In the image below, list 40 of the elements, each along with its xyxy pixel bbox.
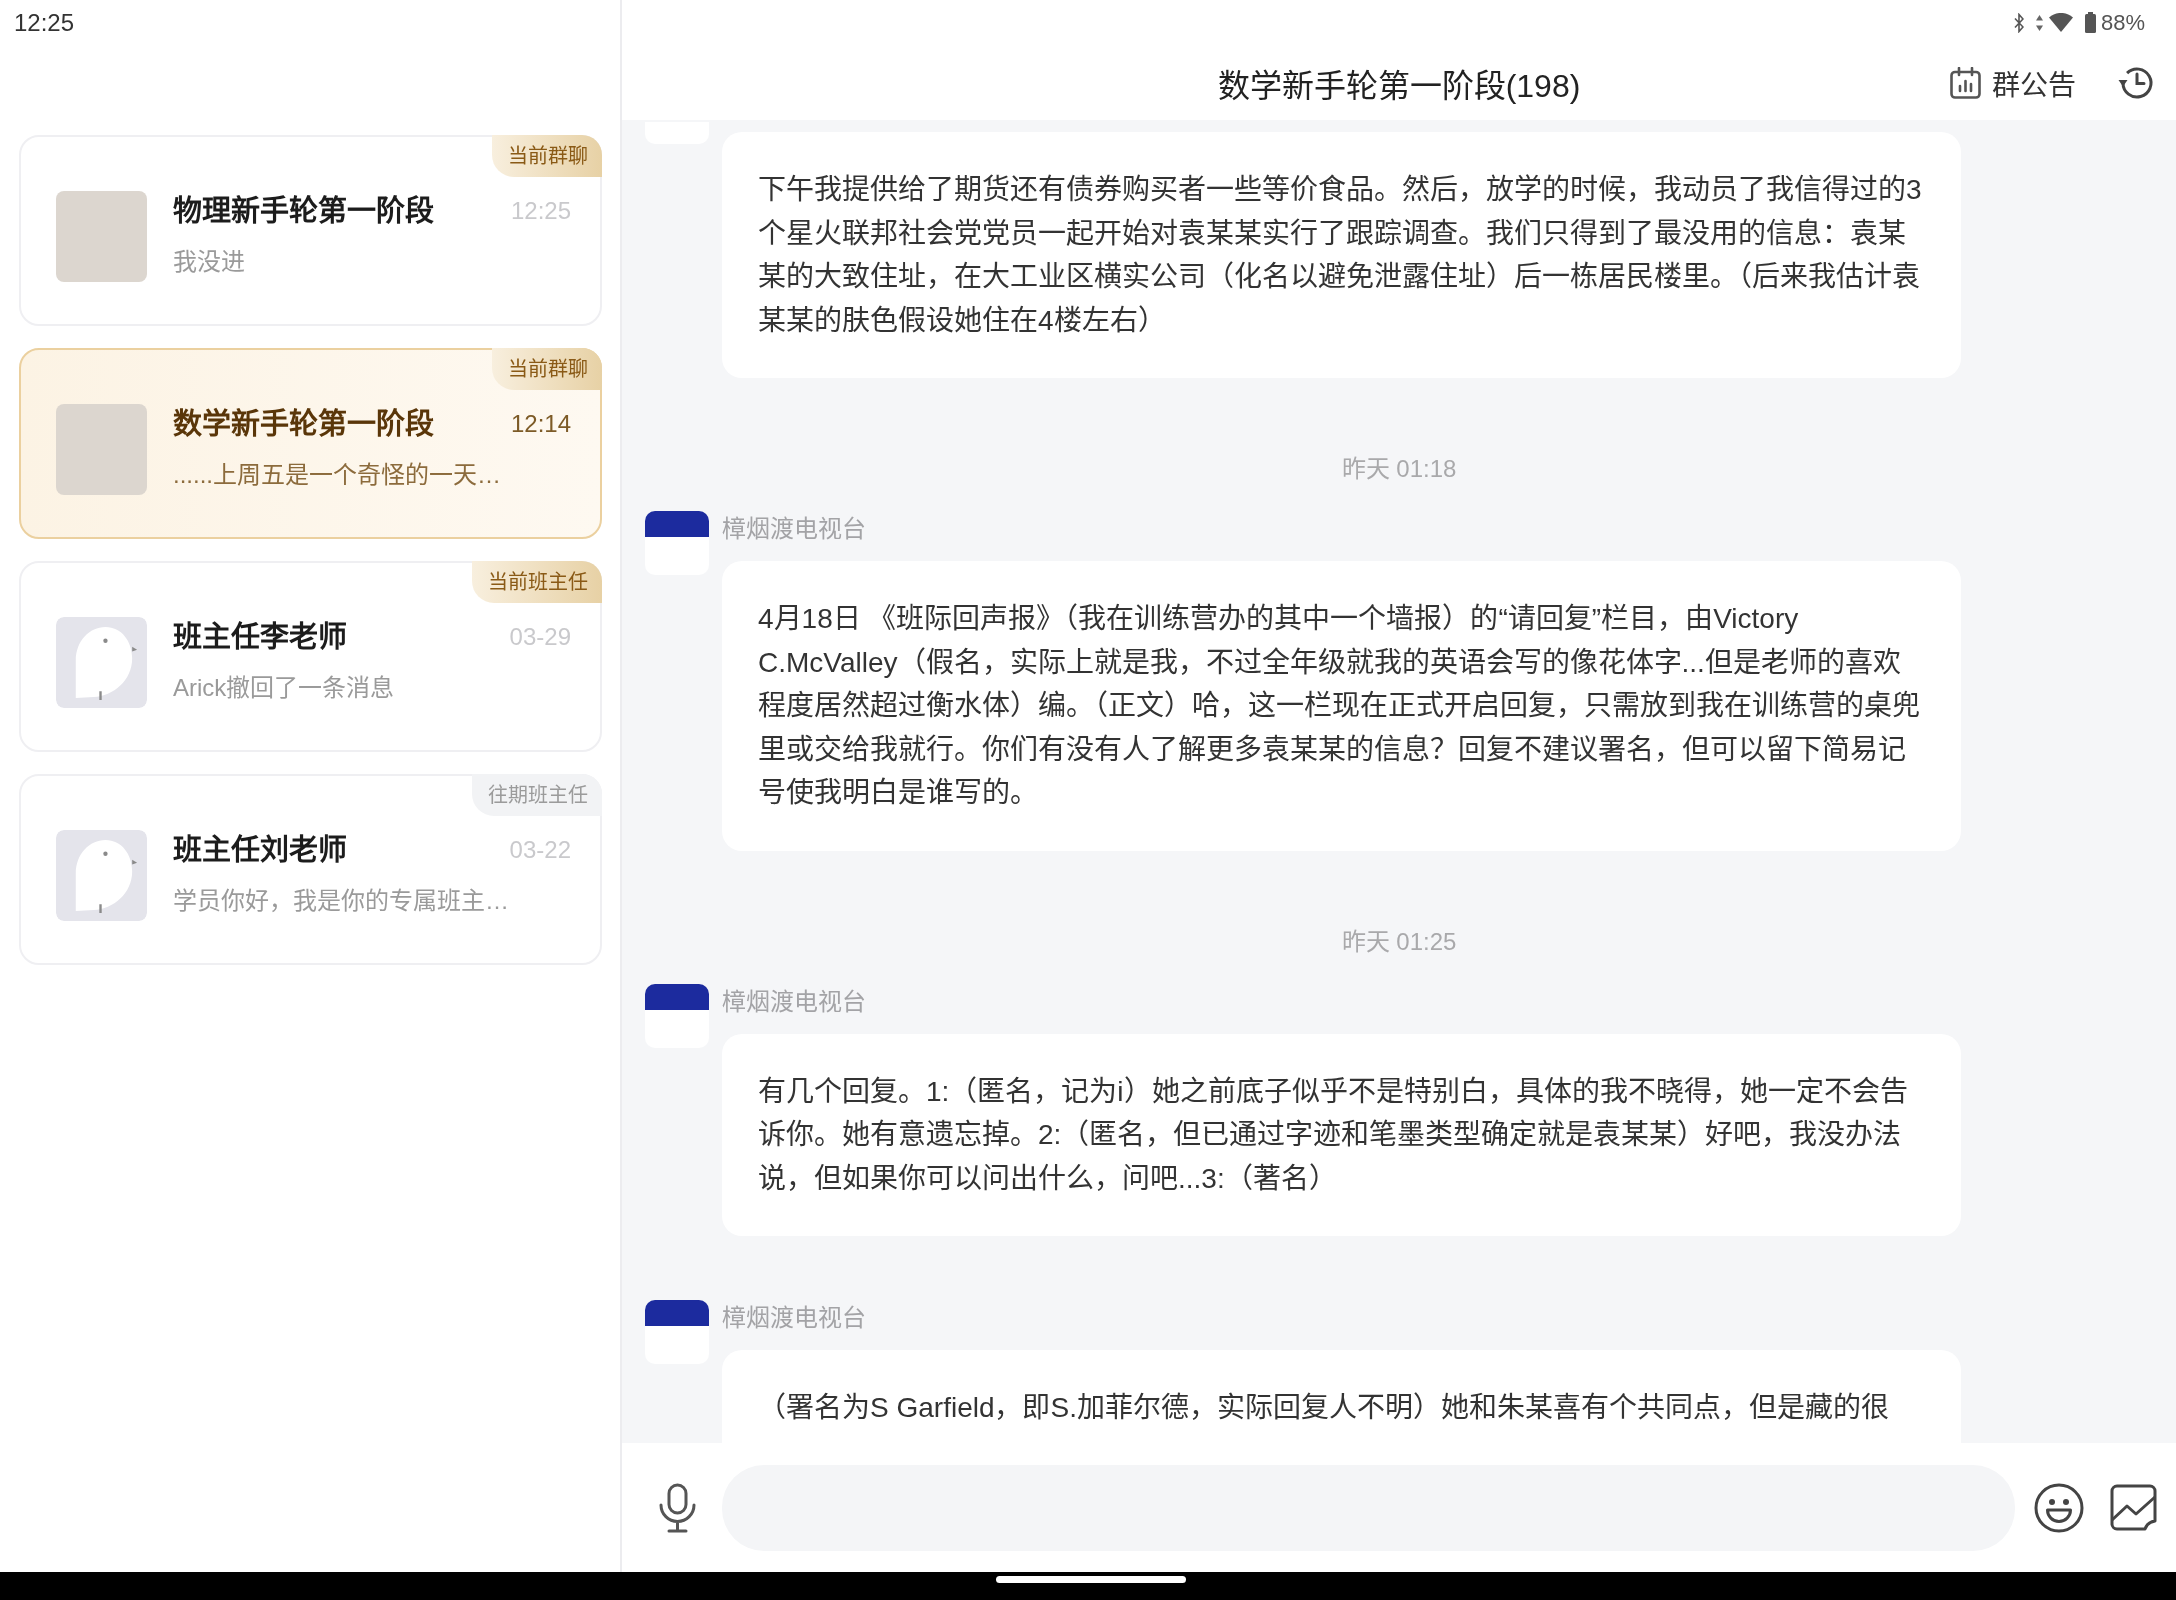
chat-tag: 当前群聊: [492, 135, 602, 177]
emoji-icon[interactable]: [2034, 1482, 2084, 1533]
battery-icon: [2084, 12, 2096, 33]
last-message-time: 12:14: [510, 409, 571, 439]
data-arrows-icon: [2035, 14, 2043, 31]
battery-percent: 88%: [2100, 9, 2145, 36]
microphone-icon[interactable]: [658, 1482, 697, 1533]
chat-title: 数学新手轮第一阶段(198): [1217, 66, 1581, 106]
bluetooth-icon: [2013, 12, 2024, 33]
message-bubble: 下午我提供给了期货还有债券购买者一些等价食品。然后，放学的时候，我动员了我信得过的3个星火联邦社会党党员一起开始对袁某某实行了跟踪调查。我们只得到了最没用的信息：袁某某的大致住址，在大工业区横实公司（化名以避免泄露住址）后一栋居民楼里。（后来我估计袁某某的肤色假设她住在4楼左右）: [722, 132, 1961, 378]
message-preview: ......上周五是一个奇怪的一天…: [173, 460, 501, 490]
sender-name: 樟烟渡电视台: [722, 514, 866, 544]
chat-name: 班主任刘老师: [173, 833, 347, 868]
conversation-card[interactable]: 当前群聊 数学新手轮第一阶段 12:14 ......上周五是一个奇怪的一天…: [19, 348, 602, 539]
chat-name: 物理新手轮第一阶段: [173, 194, 434, 229]
bird-avatar-icon: [56, 617, 147, 708]
image-icon[interactable]: [2110, 1484, 2157, 1531]
chat-name: 班主任李老师: [173, 620, 347, 655]
sender-avatar[interactable]: [645, 983, 709, 1048]
status-time: 12:25: [13, 8, 75, 38]
message-preview: Arick撤回了一条消息: [173, 673, 395, 703]
message-preview: 我没进: [173, 247, 245, 277]
sender-avatar[interactable]: [645, 1300, 709, 1364]
chat-tag: 当前群聊: [492, 348, 602, 390]
message-timestamp: 昨天 01:25: [1341, 926, 1457, 957]
chat-tag: 当前班主任: [472, 561, 602, 603]
announcement-button[interactable]: 群公告: [1950, 62, 2076, 103]
sender-avatar[interactable]: [645, 511, 709, 575]
message-bubble: （署名为S Garfield，即S.加菲尔德，实际回复人不明）她和朱某喜有个共同点，但是藏的很: [722, 1350, 1961, 1443]
wifi-icon: [2048, 13, 2073, 32]
message-bubble: 有几个回复。1:（匿名，记为i）她之前底子似乎不是特别白，具体的我不晓得，她一定不会告诉你。她有意遗忘掉。2:（匿名，但已通过字迹和笔墨类型确定就是袁某某）好吧，我没办法说，但如果你可以问出什么，问吧...3:（著名）: [722, 1033, 1961, 1236]
chat-name: 数学新手轮第一阶段: [173, 407, 434, 442]
message-timestamp: 昨天 01:18: [1341, 454, 1457, 484]
chat-tag: 往期班主任: [472, 774, 602, 816]
message-bubble: 4月18日 《班际回声报》（我在训练营办的其中一个墙报）的“请回复”栏目，由Victory C.McValley（假名，实际上就是我，不过全年级就我的英语会写的像花体字...但是老师的喜欢程度居然超过衡水体）编。（正文）哈，这一栏现在正式开启回复，只需放到我在训练营的桌兜里或交给我就行。你们有没有人了解更多袁某某的信息？回复不建议署名，但可以留下简易记号使我明白是谁写的。: [722, 561, 1961, 851]
calendar-icon: [1950, 66, 1981, 99]
sender-name: 樟烟渡电视台: [722, 1303, 866, 1333]
message-preview: 学员你好，我是你的专属班主…: [173, 886, 509, 916]
bird-avatar-icon: [56, 830, 147, 921]
sender-name: 樟烟渡电视台: [722, 986, 866, 1017]
